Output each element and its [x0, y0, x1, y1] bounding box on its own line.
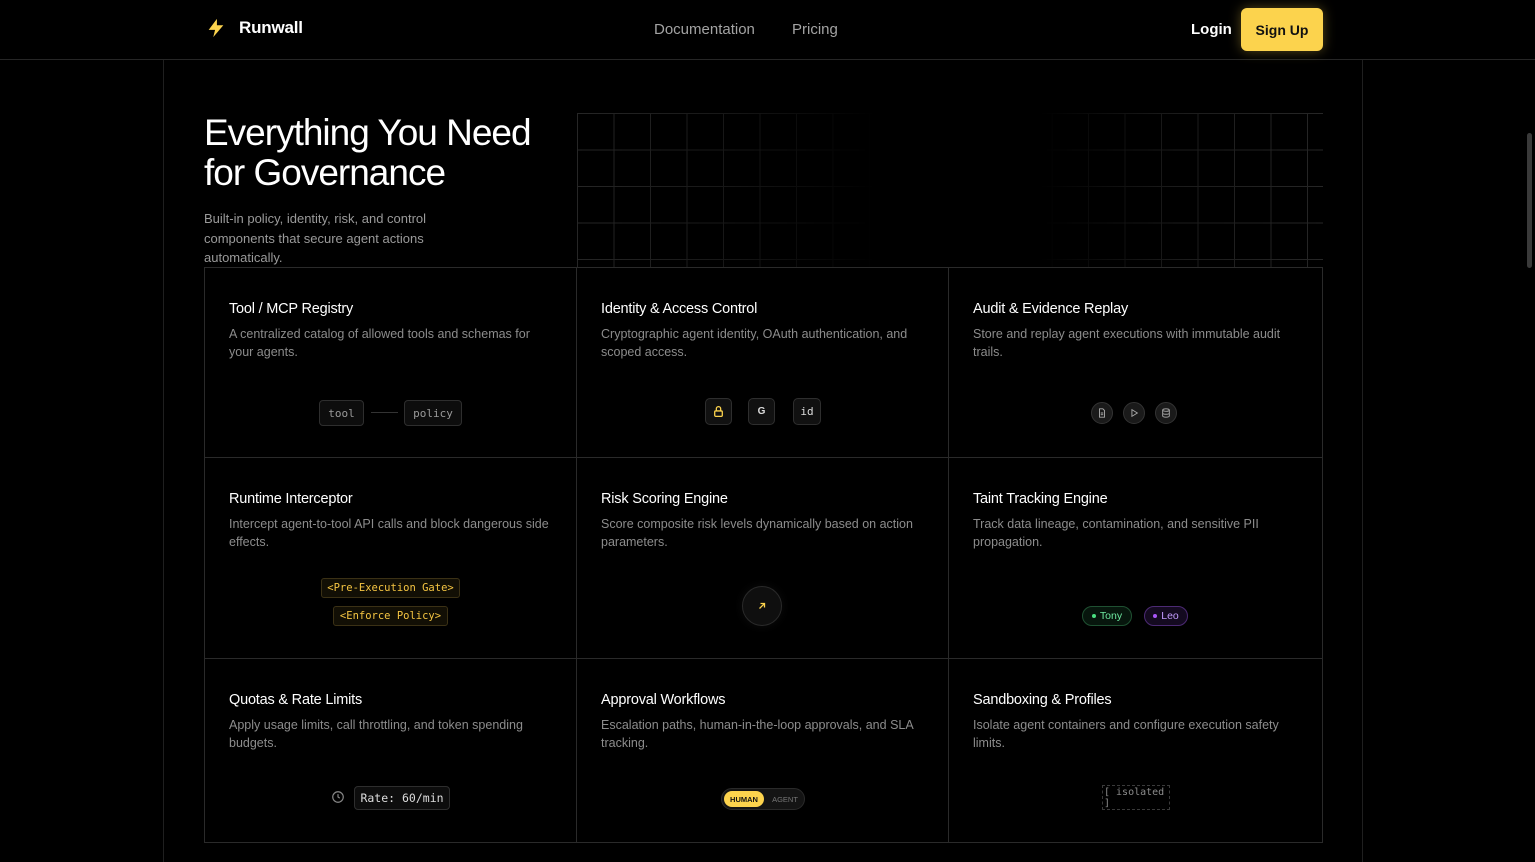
- pre-execution-gate-tag: <Pre-Execution Gate>: [321, 578, 460, 598]
- card-description: Track data lineage, contamination, and s…: [973, 517, 1259, 549]
- card-title: Tool / MCP Registry: [229, 301, 354, 317]
- feature-card-runtime-interceptor: Runtime Interceptor Intercept agent-to-t…: [205, 458, 577, 659]
- frame-right-border: [1362, 60, 1363, 862]
- card-title: Audit & Evidence Replay: [973, 301, 1128, 317]
- feature-card-identity-access: Identity & Access Control Cryptographic …: [577, 268, 949, 458]
- google-icon: G: [748, 398, 775, 425]
- scrollbar-thumb[interactable]: [1527, 133, 1532, 268]
- card-title: Identity & Access Control: [601, 301, 758, 317]
- toggle-option-agent[interactable]: AGENT: [766, 791, 804, 807]
- card-title: Risk Scoring Engine: [601, 491, 728, 507]
- decorative-grid-background: [577, 113, 1323, 268]
- taint-pill-tony: Tony: [1082, 606, 1132, 626]
- play-icon[interactable]: [1123, 402, 1145, 424]
- clock-icon: [332, 791, 344, 803]
- pill-label: Tony: [1099, 610, 1123, 622]
- policy-chip: policy: [404, 400, 462, 426]
- id-icon: id: [793, 398, 821, 425]
- feature-card-risk-scoring: Risk Scoring Engine Score composite risk…: [577, 458, 949, 659]
- feature-card-quotas: Quotas & Rate Limits Apply usage limits,…: [205, 659, 577, 842]
- card-description: A centralized catalog of allowed tools a…: [229, 327, 530, 359]
- brand-name: Runwall: [239, 18, 303, 37]
- card-description: Score composite risk levels dynamically …: [601, 517, 913, 549]
- feature-card-audit-replay: Audit & Evidence Replay Store and replay…: [949, 268, 1322, 458]
- hero-subtitle: Built-in policy, identity, risk, and con…: [204, 211, 427, 265]
- top-navbar: Runwall Documentation Pricing Login Sign…: [0, 0, 1535, 60]
- frame-left-border: [163, 60, 164, 862]
- card-title: Runtime Interceptor: [229, 491, 353, 507]
- feature-card-sandboxing: Sandboxing & Profiles Isolate agent cont…: [949, 659, 1322, 842]
- toggle-option-human[interactable]: HUMAN: [724, 791, 764, 807]
- card-description: Apply usage limits, call throttling, and…: [229, 718, 523, 750]
- logo[interactable]: Runwall: [205, 17, 303, 39]
- hero-title-line2: for Governance: [204, 152, 446, 193]
- human-agent-toggle[interactable]: HUMAN AGENT: [721, 788, 805, 810]
- lock-icon: [705, 398, 732, 425]
- features-grid: Tool / MCP Registry A centralized catalo…: [204, 267, 1323, 843]
- card-description: Store and replay agent executions with i…: [973, 327, 1281, 359]
- card-description: Isolate agent containers and configure e…: [973, 718, 1279, 750]
- card-title: Taint Tracking Engine: [973, 491, 1108, 507]
- arrow-up-right-icon: [742, 586, 782, 626]
- login-link[interactable]: Login: [1191, 21, 1232, 38]
- lightning-bolt-icon: [208, 18, 224, 38]
- green-dot-icon: [1091, 614, 1096, 618]
- card-title: Quotas & Rate Limits: [229, 692, 362, 708]
- purple-dot-icon: [1153, 614, 1158, 618]
- enforce-policy-tag: <Enforce Policy>: [333, 606, 448, 626]
- tool-chip: tool: [319, 400, 364, 426]
- nav-link-documentation[interactable]: Documentation: [654, 21, 755, 38]
- card-description: Intercept agent-to-tool API calls and bl…: [229, 517, 549, 549]
- nav-link-pricing[interactable]: Pricing: [792, 21, 838, 38]
- taint-pill-leo: Leo: [1144, 606, 1188, 626]
- feature-card-approval-workflows: Approval Workflows Escalation paths, hum…: [577, 659, 949, 842]
- feature-card-tool-registry: Tool / MCP Registry A centralized catalo…: [205, 268, 577, 458]
- pill-label: Leo: [1161, 610, 1179, 622]
- connector-line: [371, 412, 398, 413]
- card-description: Cryptographic agent identity, OAuth auth…: [601, 327, 908, 359]
- card-description: Escalation paths, human-in-the-loop appr…: [601, 718, 913, 750]
- file-icon: [1091, 402, 1113, 424]
- feature-card-taint-tracking: Taint Tracking Engine Track data lineage…: [949, 458, 1322, 659]
- card-title: Approval Workflows: [601, 692, 726, 708]
- signup-button[interactable]: Sign Up: [1241, 8, 1323, 51]
- hero-title: Everything You Need for Governance: [204, 113, 564, 193]
- card-title: Sandboxing & Profiles: [973, 692, 1112, 708]
- rate-limit-chip: Rate: 60/min: [354, 786, 450, 810]
- hero-title-line1: Everything You Need: [204, 112, 532, 153]
- database-icon: [1155, 402, 1177, 424]
- isolated-box: [ isolated ]: [1102, 785, 1170, 810]
